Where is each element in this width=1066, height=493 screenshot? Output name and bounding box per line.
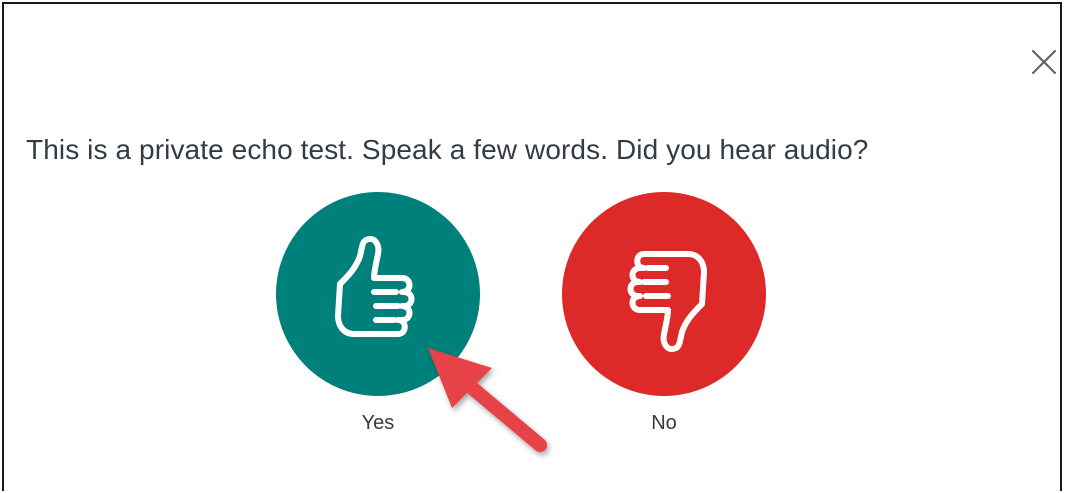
- echo-test-dialog: This is a private echo test. Speak a few…: [2, 2, 1062, 491]
- close-button[interactable]: [1028, 46, 1060, 78]
- no-button[interactable]: No: [562, 192, 766, 435]
- close-icon: [1031, 49, 1057, 75]
- no-circle[interactable]: [562, 192, 766, 396]
- echo-test-prompt: This is a private echo test. Speak a few…: [26, 134, 869, 165]
- thumbs-up-icon: [335, 236, 415, 337]
- no-label: No: [651, 412, 677, 434]
- yes-label: Yes: [361, 412, 395, 434]
- yes-button[interactable]: Yes: [276, 192, 480, 435]
- thumbs-down-icon: [627, 251, 707, 352]
- yes-circle[interactable]: [276, 192, 480, 396]
